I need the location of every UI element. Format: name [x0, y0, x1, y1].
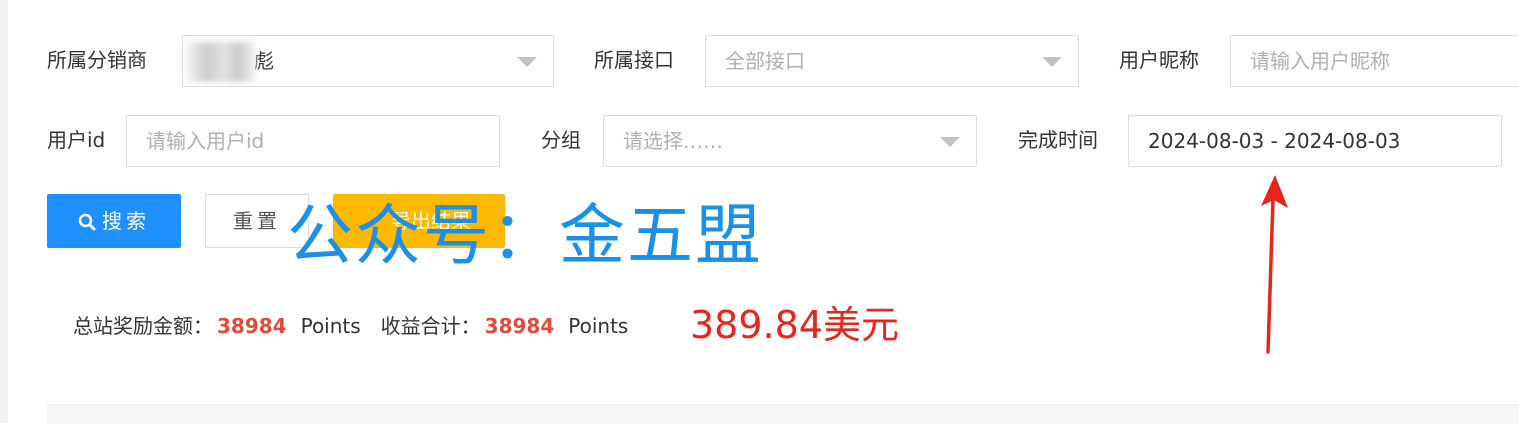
redacted-blur	[186, 42, 256, 82]
income-value: 38984	[484, 314, 555, 338]
nickname-input[interactable]: 请输入用户昵称	[1230, 35, 1519, 87]
nickname-label: 用户昵称	[1119, 48, 1199, 72]
user-id-placeholder: 请输入用户id	[146, 129, 265, 153]
chevron-down-icon	[1042, 57, 1062, 67]
reset-button-label: 重置	[233, 209, 281, 233]
search-button[interactable]: 搜索	[47, 194, 181, 248]
group-placeholder: 请选择……	[623, 129, 723, 153]
summary-bar: 总站奖励金额： 38984 Points 收益合计： 38984 Points	[73, 306, 628, 346]
red-arrow-annotation	[1261, 175, 1288, 354]
distributor-label: 所属分销商	[47, 48, 147, 72]
group-label: 分组	[541, 128, 581, 152]
interface-select[interactable]: 全部接口	[705, 35, 1079, 87]
interface-label: 所属接口	[594, 48, 674, 72]
usd-annotation: 389.84美元	[690, 303, 899, 347]
income-unit: Points	[568, 314, 629, 338]
nickname-placeholder: 请输入用户昵称	[1250, 49, 1390, 73]
finish-time-value: 2024-08-03 - 2024-08-03	[1148, 129, 1401, 153]
finish-time-label: 完成时间	[1018, 128, 1098, 152]
total-reward-unit: Points	[300, 314, 361, 338]
interface-placeholder: 全部接口	[725, 49, 805, 73]
total-reward-value: 38984	[217, 314, 287, 338]
total-reward-label: 总站奖励金额：	[73, 314, 213, 338]
user-id-input[interactable]: 请输入用户id	[126, 115, 500, 167]
chevron-down-icon	[940, 137, 960, 147]
search-icon	[78, 198, 96, 250]
chevron-down-icon	[517, 57, 537, 67]
watermark-text: 公众号：金五盟	[287, 197, 763, 274]
income-label: 收益合计：	[380, 314, 481, 338]
search-button-label: 搜索	[102, 209, 150, 233]
left-edge-strip	[0, 0, 8, 423]
finish-time-range-input[interactable]: 2024-08-03 - 2024-08-03	[1128, 115, 1502, 167]
group-select[interactable]: 请选择……	[603, 115, 977, 167]
table-header	[47, 404, 1519, 424]
user-id-label: 用户id	[47, 128, 106, 152]
